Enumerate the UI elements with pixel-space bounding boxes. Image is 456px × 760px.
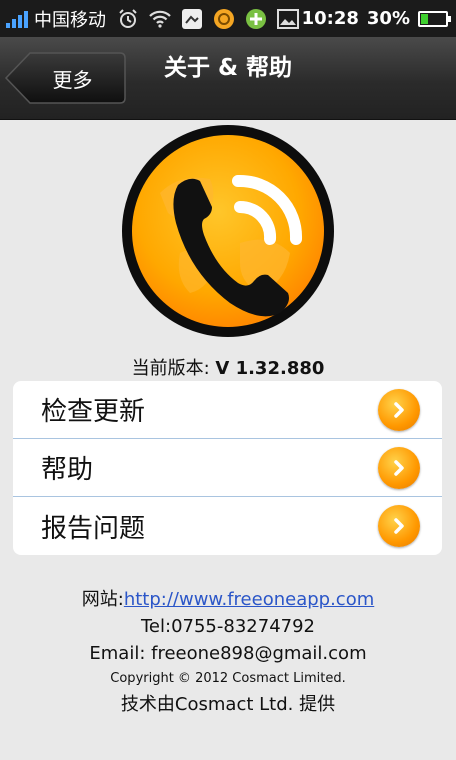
status-right: 10:28 30% xyxy=(301,8,451,29)
notification-icons xyxy=(116,7,300,31)
chevron-right-icon[interactable] xyxy=(378,505,420,547)
status-bar: 中国移动 10:28 30% xyxy=(0,0,456,37)
footer-info: 网站:http://www.freeoneapp.com Tel:0755-83… xyxy=(0,586,456,718)
version-value: V 1.32.880 xyxy=(215,358,325,379)
powered-by-text: 技术由Cosmact Ltd. 提供 xyxy=(120,694,336,715)
alarm-icon xyxy=(116,7,140,31)
options-menu: 检查更新 帮助 报告问题 xyxy=(13,381,442,555)
page-title: 关于 & 帮助 xyxy=(163,55,293,81)
help-item[interactable]: 帮助 xyxy=(13,439,442,497)
plus-app-icon xyxy=(244,7,268,31)
email-text: Email: freeone898@gmail.com xyxy=(89,643,367,664)
check-update-item[interactable]: 检查更新 xyxy=(13,381,442,439)
website-line: 网站:http://www.freeoneapp.com xyxy=(0,586,456,613)
battery-icon xyxy=(418,10,451,27)
copyright-text: Copyright © 2012 Cosmact Limited. xyxy=(110,671,346,686)
website-link[interactable]: http://www.freeoneapp.com xyxy=(124,589,374,610)
check-update-label: 检查更新 xyxy=(41,397,146,427)
coin-icon xyxy=(212,7,236,31)
battery-percent: 30% xyxy=(366,8,410,29)
version-info: 当前版本: V 1.32.880 xyxy=(0,354,456,380)
help-label: 帮助 xyxy=(41,455,94,485)
chevron-right-icon[interactable] xyxy=(378,388,420,431)
image-icon xyxy=(276,7,300,31)
clock: 10:28 xyxy=(301,8,359,29)
carrier-name: 中国移动 xyxy=(34,9,106,31)
version-label: 当前版本: xyxy=(131,358,216,379)
phone-text: Tel:0755-83274792 xyxy=(141,616,315,637)
wifi-icon xyxy=(148,7,172,31)
chevron-right-icon[interactable] xyxy=(378,446,420,489)
app-icon xyxy=(180,7,204,31)
report-issue-label: 报告问题 xyxy=(41,513,146,544)
title-bar: 更多 关于 & 帮助 xyxy=(0,37,456,120)
status-left: 中国移动 xyxy=(6,6,106,32)
signal-icon xyxy=(6,10,28,28)
website-label: 网站: xyxy=(81,589,124,610)
app-logo xyxy=(120,123,336,339)
report-issue-item[interactable]: 报告问题 xyxy=(13,497,442,555)
